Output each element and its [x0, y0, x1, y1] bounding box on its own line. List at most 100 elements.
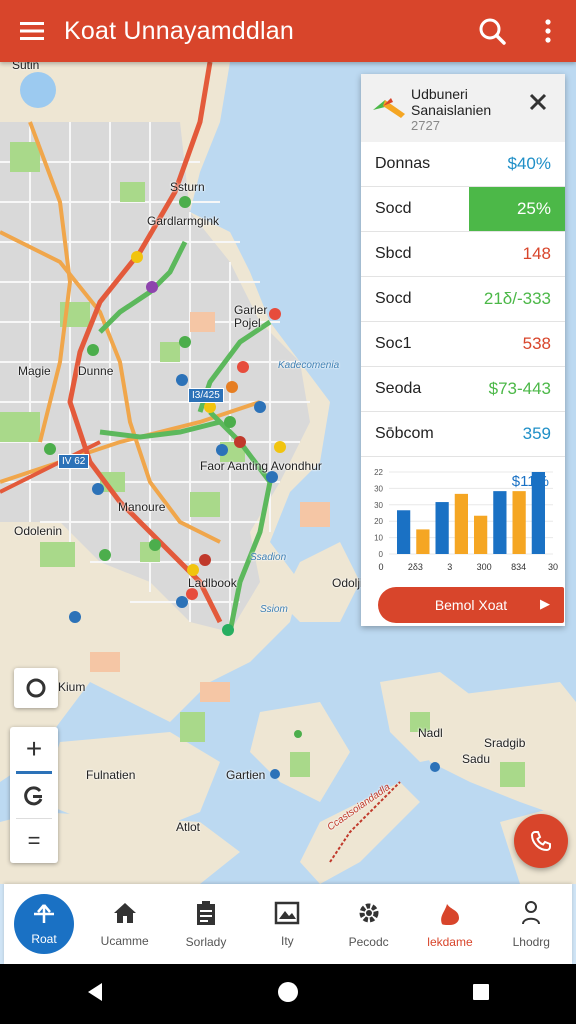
person-icon — [521, 900, 541, 929]
home-circle-icon — [277, 981, 298, 1002]
active-nav-bubble: Roat — [14, 894, 74, 954]
flame-icon — [437, 900, 463, 929]
stat-row[interactable]: Sōbcom 359 — [361, 412, 565, 457]
nav-item-home[interactable]: Ucamme — [84, 884, 165, 964]
image-icon — [274, 901, 300, 928]
chevron-right-icon: ▶ — [540, 596, 550, 611]
map-label: Nadl — [418, 726, 443, 740]
chart-bar — [512, 491, 526, 554]
map-label: Ssiom — [260, 604, 288, 615]
back-triangle-icon — [88, 982, 103, 1001]
nav-item-flame[interactable]: lekdame — [409, 884, 490, 964]
more-options-button[interactable] — [520, 0, 576, 62]
primary-action-button[interactable]: Bemol Xoat ▶ — [378, 587, 564, 623]
map-label: Garler Pojel — [234, 303, 268, 330]
home-icon — [112, 901, 138, 928]
nav-item-settings[interactable]: Pecodc — [328, 884, 409, 964]
chart-bar — [435, 502, 449, 554]
menu-icon — [20, 22, 44, 40]
map-label: Gardlarmgink — [147, 214, 220, 228]
map-label: Dunne — [78, 364, 114, 378]
zoom-in-button[interactable]: + — [10, 727, 58, 771]
menu-button[interactable] — [0, 0, 64, 62]
stat-label: Seoda — [375, 380, 422, 397]
zoom-controls: + = — [10, 727, 58, 863]
app-title: Koat Unnayamddlan — [64, 16, 294, 45]
chart-bar — [474, 515, 488, 554]
map-label: Sradgib — [484, 736, 526, 750]
chart-y-tick: 0 — [379, 550, 384, 559]
home-button[interactable] — [277, 981, 299, 1008]
stat-value: 359 — [522, 424, 551, 443]
map-label: Sutin — [12, 62, 40, 72]
road-sign: I3/425 — [188, 388, 224, 403]
stat-value: 21δ/-333 — [483, 289, 551, 308]
system-navigation-bar — [0, 964, 576, 1024]
chart-x-tick: 2δ3 — [408, 562, 423, 572]
chart-y-tick: 22 — [374, 468, 383, 477]
road-sign: IV 62 — [58, 454, 90, 469]
panel-header: Udbuneri Sanaislanien 2727 — [361, 74, 565, 142]
back-button[interactable] — [86, 982, 104, 1007]
close-icon — [529, 93, 547, 111]
chart-bar — [454, 493, 468, 554]
chart-x-tick: 3 — [447, 562, 452, 572]
chart-bar — [397, 510, 411, 554]
stat-label: Socd — [375, 290, 412, 307]
bar-chart: 22 30 30 20 10 0 0 2δ3 3 300 834 30 $11% — [361, 458, 565, 576]
chart-x-tick: 30 — [548, 562, 558, 572]
more-vert-icon — [545, 19, 551, 43]
stat-label: Socd — [375, 200, 412, 217]
map-label: Faor Aanting Avondhur — [200, 459, 322, 473]
map-label: Ladlbook — [188, 576, 237, 590]
stat-label: Sbcd — [375, 245, 412, 262]
panel-title: Udbuneri — [411, 86, 468, 102]
navigation-icon — [31, 903, 57, 928]
chart-bar — [493, 491, 507, 554]
map-label: Manoure — [118, 500, 166, 514]
nav-item-person[interactable]: Lhodrg — [491, 884, 572, 964]
logo-icon — [373, 98, 405, 118]
stat-row[interactable]: Soc1 538 — [361, 322, 565, 367]
stat-value: 538 — [522, 334, 551, 353]
stat-row[interactable]: Donnas $40% — [361, 142, 565, 187]
chart-y-tick: 30 — [374, 484, 383, 493]
nav-item-label: lekdame — [427, 934, 473, 949]
call-button[interactable] — [514, 814, 568, 868]
button-label: Bemol Xoat — [434, 597, 508, 613]
stat-row[interactable]: Socd 25% — [361, 187, 565, 232]
recents-button[interactable] — [472, 983, 490, 1006]
close-button[interactable] — [529, 92, 547, 116]
locate-icon — [26, 678, 46, 698]
chart-x-tick: 0 — [378, 562, 383, 572]
nav-item-image[interactable]: Ity — [247, 884, 328, 964]
panel-code: 2727 — [411, 118, 440, 133]
stat-value: $73-443 — [488, 379, 551, 398]
compass-button[interactable] — [10, 774, 58, 818]
nav-item-label: Ity — [280, 933, 294, 948]
recents-square-icon — [472, 983, 489, 1000]
chart-y-tick: 30 — [374, 501, 383, 510]
zoom-out-button[interactable]: = — [10, 819, 58, 863]
stat-row[interactable]: Sbcd 148 — [361, 232, 565, 277]
stat-label: Sōbcom — [375, 425, 434, 442]
nav-item-label: Pecodc — [348, 934, 389, 949]
map-label: Odolji — [332, 576, 363, 590]
nav-item-clipboard[interactable]: Sorlady — [165, 884, 246, 964]
locate-button[interactable] — [14, 668, 58, 708]
map-label: Kadecomenia — [278, 360, 340, 371]
search-icon — [479, 18, 506, 45]
chart-y-tick: 10 — [374, 534, 383, 543]
phone-icon — [530, 831, 551, 852]
settings-icon — [356, 900, 382, 929]
map-label: Gartien — [226, 768, 266, 782]
stat-value: 25% — [469, 187, 565, 231]
nav-item-navigation[interactable]: Roat — [4, 884, 84, 964]
stat-label: Soc1 — [375, 335, 412, 352]
panel-subtitle: Sanaislanien — [411, 102, 492, 118]
stat-row[interactable]: Seoda $73-443 — [361, 367, 565, 412]
stat-row[interactable]: Socd 21δ/-333 — [361, 277, 565, 322]
map-label: Ssadion — [250, 552, 287, 563]
stat-label: Donnas — [375, 155, 431, 172]
search-button[interactable] — [464, 0, 520, 62]
